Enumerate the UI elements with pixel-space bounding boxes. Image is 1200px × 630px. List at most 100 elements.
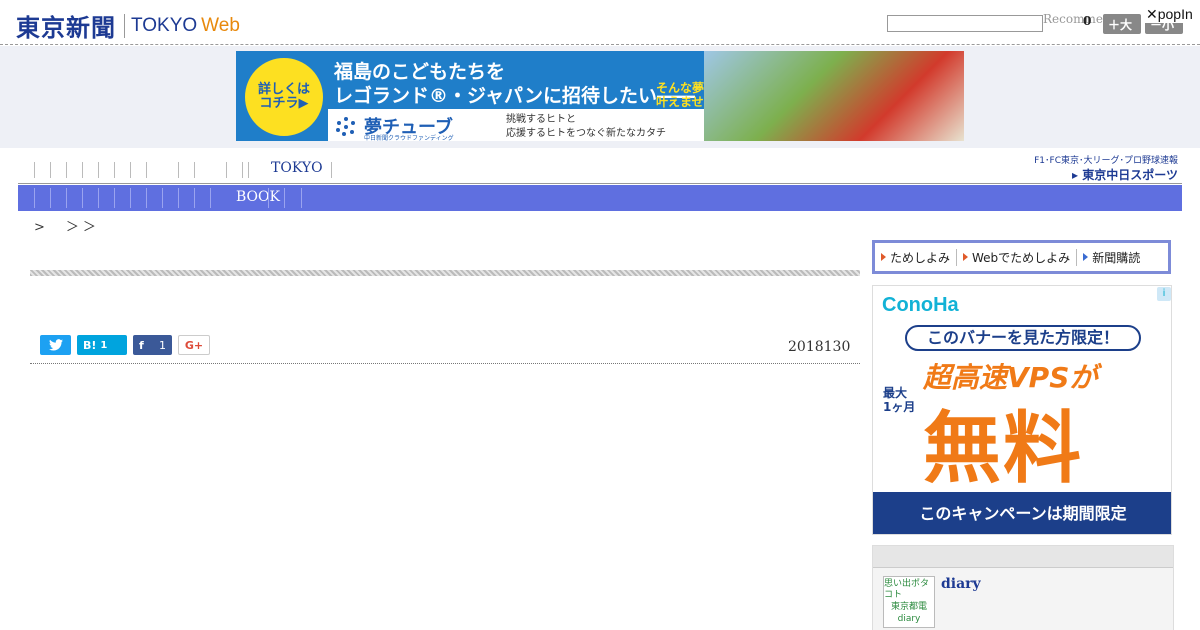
twitter-icon: [48, 339, 63, 351]
ad-tagline-1: 挑戦するヒトと: [506, 114, 576, 125]
logo-divider: [124, 13, 125, 38]
font-size-large-button[interactable]: ＋大: [1103, 14, 1141, 34]
nav-separator: [178, 188, 179, 208]
ad-brand-sub: 中日新聞クラウドファンディング: [364, 135, 454, 141]
ad-max-label: 最大: [883, 386, 908, 400]
subscribe-link[interactable]: 新聞購読: [1083, 249, 1146, 266]
twitter-share-button[interactable]: [40, 335, 71, 355]
secondary-nav: BOOK: [18, 185, 1182, 211]
article-title-rule: [30, 270, 860, 276]
conoha-logo: ConoHa: [882, 294, 959, 316]
ad-tagline-2: 応援するヒトをつなぐ新たなカタチ: [506, 127, 666, 139]
nav-separator: [50, 162, 51, 178]
facebook-count: 1: [159, 338, 166, 352]
chunichi-sports-link[interactable]: F1･FC東京･大リーグ･プロ野球速報 ▸ 東京中日スポーツ: [1026, 153, 1178, 183]
nav-separator: [178, 162, 179, 178]
ad-limited-pill: このバナーを見た方限定！: [905, 325, 1141, 351]
nav-separator: [82, 162, 83, 178]
nav-item-tokyo[interactable]: TOKYO: [271, 160, 323, 176]
google-plus-share-button[interactable]: G+: [178, 335, 210, 355]
nav-separator: [194, 188, 195, 208]
ad-free-text: 無料: [923, 404, 1084, 494]
diary-widget-header: [873, 546, 1173, 568]
recommend-count: 0: [1083, 14, 1092, 28]
ad-badge-line1: 詳しくは: [257, 81, 310, 97]
ad-tagline: 挑戦するヒトと 応援するヒトをつなぐ新たなカタチ: [506, 113, 666, 140]
nav-separator: [50, 188, 51, 208]
ad-badge-line2: コチラ▶: [259, 96, 309, 111]
triangle-right-icon: [881, 253, 886, 261]
trial-read-label: ためしよみ: [890, 250, 951, 265]
nav-separator: [146, 162, 147, 178]
nav-separator: [284, 188, 285, 208]
search-input[interactable]: [887, 15, 1043, 32]
recommend-label: Recommen: [1043, 12, 1111, 26]
ad-max-month: 最大 1ヶ月: [883, 386, 915, 415]
nav-separator: [226, 162, 227, 178]
logo-english: TOKYO: [131, 14, 198, 36]
nav-separator: [34, 162, 35, 178]
google-plus-icon: G+: [184, 338, 204, 352]
article-divider: [30, 363, 860, 364]
nav-separator: [34, 188, 35, 208]
nav-separator: [301, 188, 302, 208]
nav-item-book[interactable]: BOOK: [236, 189, 280, 205]
ad-month-label: 1ヶ月: [883, 400, 916, 415]
diary-widget: 思い出ポタコト 東京都電 diary diary: [872, 545, 1174, 630]
facebook-icon: f: [139, 338, 144, 352]
primary-nav: TOKYO: [18, 158, 1182, 184]
nav-separator: [130, 162, 131, 178]
diary-thumb-line1: 思い出ポタコト: [884, 578, 930, 601]
diary-thumb-line2: 東京都電: [890, 602, 927, 612]
sidebar-banner-ad[interactable]: ConoHa i このバナーを見た方限定！ 超高速VPSが 最大 1ヶ月 無料 …: [872, 285, 1172, 535]
nav-separator: [98, 188, 99, 208]
hatena-count: 1: [100, 339, 108, 351]
chunichi-sports-name: ▸ 東京中日スポーツ: [1072, 168, 1178, 182]
ad-info-icon[interactable]: i: [1157, 287, 1171, 301]
web-trial-read-link[interactable]: Webでためしよみ: [963, 248, 1078, 266]
nav-separator: [248, 162, 249, 178]
nav-separator: [268, 188, 269, 208]
nav-separator: [130, 188, 131, 208]
ad-family-photo: [704, 51, 964, 141]
logo-japanese: 東京新聞: [16, 14, 116, 42]
ad-band: 詳しくは コチラ▶ 福島のこどもたちを レゴランド®・ジャパンに招待したい―― …: [0, 46, 1200, 148]
nav-separator: [162, 188, 163, 208]
nav-separator: [66, 162, 67, 178]
nav-separator: [331, 162, 332, 178]
ad-headline-1: 福島のこどもたちを: [334, 61, 506, 83]
triangle-right-icon: [1083, 253, 1089, 261]
nav-separator: [242, 162, 243, 178]
ad-campaign-footer: このキャンペーンは期間限定: [873, 492, 1171, 534]
triangle-right-icon: [963, 253, 969, 261]
popin-close-button[interactable]: ✕popIn: [1144, 6, 1195, 23]
hatena-icon: B!: [83, 338, 97, 352]
nav-separator: [82, 188, 83, 208]
top-banner-ad[interactable]: 詳しくは コチラ▶ 福島のこどもたちを レゴランド®・ジャパンに招待したい―― …: [236, 51, 964, 141]
facebook-share-button[interactable]: f 1: [133, 335, 172, 355]
nav-separator: [114, 162, 115, 178]
web-trial-read-label: Webでためしよみ: [972, 250, 1071, 265]
site-logo[interactable]: 東京新聞 TOKYO Web: [16, 8, 240, 43]
ad-details-badge[interactable]: 詳しくは コチラ▶: [242, 55, 326, 139]
diary-thumbnail[interactable]: 思い出ポタコト 東京都電 diary: [883, 576, 935, 628]
article-date: 2018130: [788, 339, 851, 355]
nav-separator: [114, 188, 115, 208]
hatena-bookmark-button[interactable]: B! 1: [77, 335, 127, 355]
nav-separator: [194, 162, 195, 178]
logo-web: Web: [201, 14, 240, 36]
subscribe-label: 新聞購読: [1092, 250, 1141, 265]
nav-separator: [210, 188, 211, 208]
diary-thumb-line3: diary: [897, 613, 921, 624]
yume-tube-logo-icon: [336, 117, 355, 136]
breadcrumb[interactable]: > ＞＞: [34, 216, 100, 235]
trial-read-link[interactable]: ためしよみ: [881, 248, 958, 266]
nav-separator: [146, 188, 147, 208]
diary-title-link[interactable]: diary: [941, 576, 981, 592]
ad-headline-2: レゴランド®・ジャパンに招待したい――: [334, 85, 696, 107]
nav-separator: [98, 162, 99, 178]
chunichi-sports-caption: F1･FC東京･大リーグ･プロ野球速報: [1034, 156, 1178, 166]
paper-subscription-nav: ためしよみ Webでためしよみ 新聞購読: [872, 240, 1171, 274]
site-header: 東京新聞 TOKYO Web Recommen 0 ＋大 －小 ✕popIn: [0, 0, 1200, 45]
nav-separator: [66, 188, 67, 208]
